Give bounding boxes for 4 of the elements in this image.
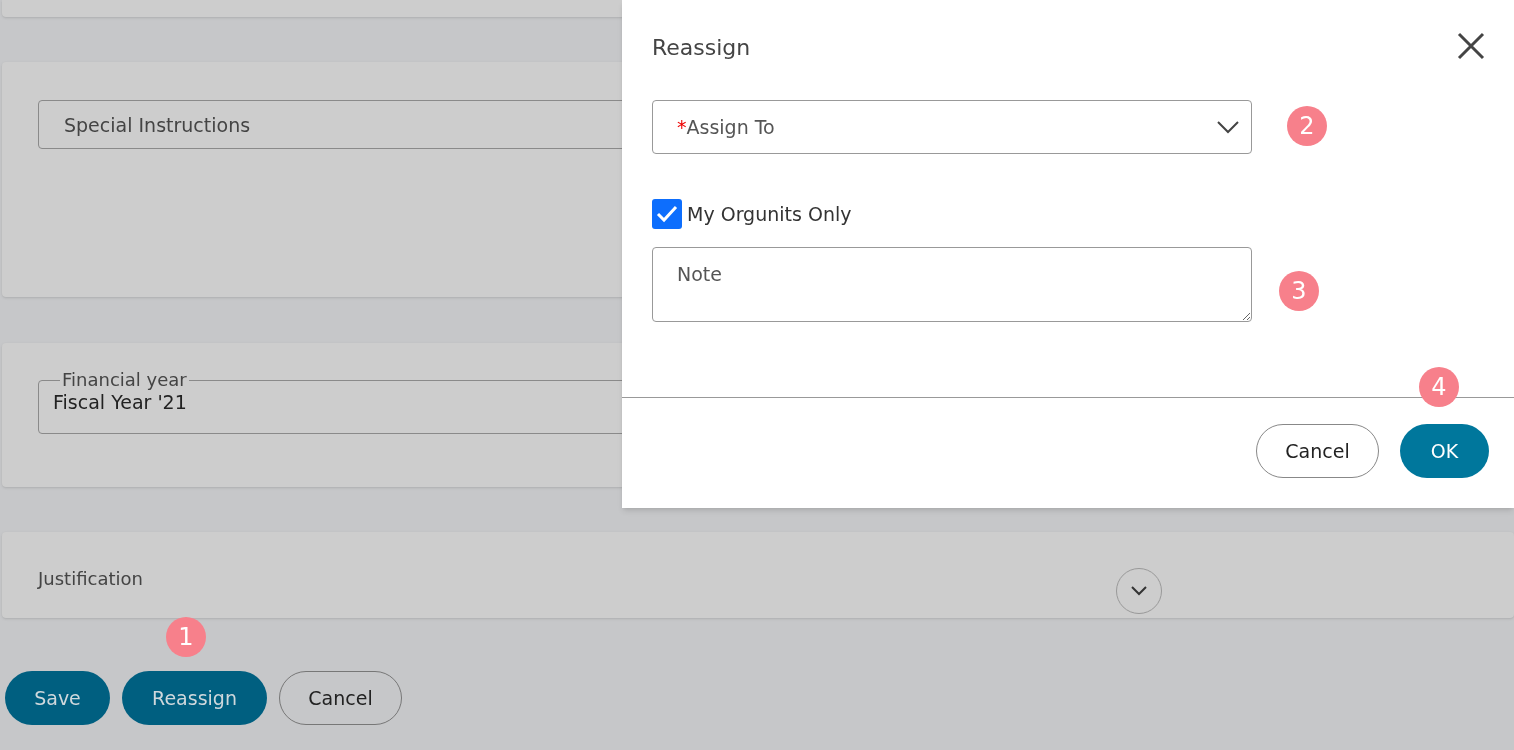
dialog-title: Reassign [652,34,751,62]
checkbox-label: My Orgunits Only [687,201,852,227]
section-title: Justification [38,567,143,591]
step-badge: 1 [166,617,206,657]
